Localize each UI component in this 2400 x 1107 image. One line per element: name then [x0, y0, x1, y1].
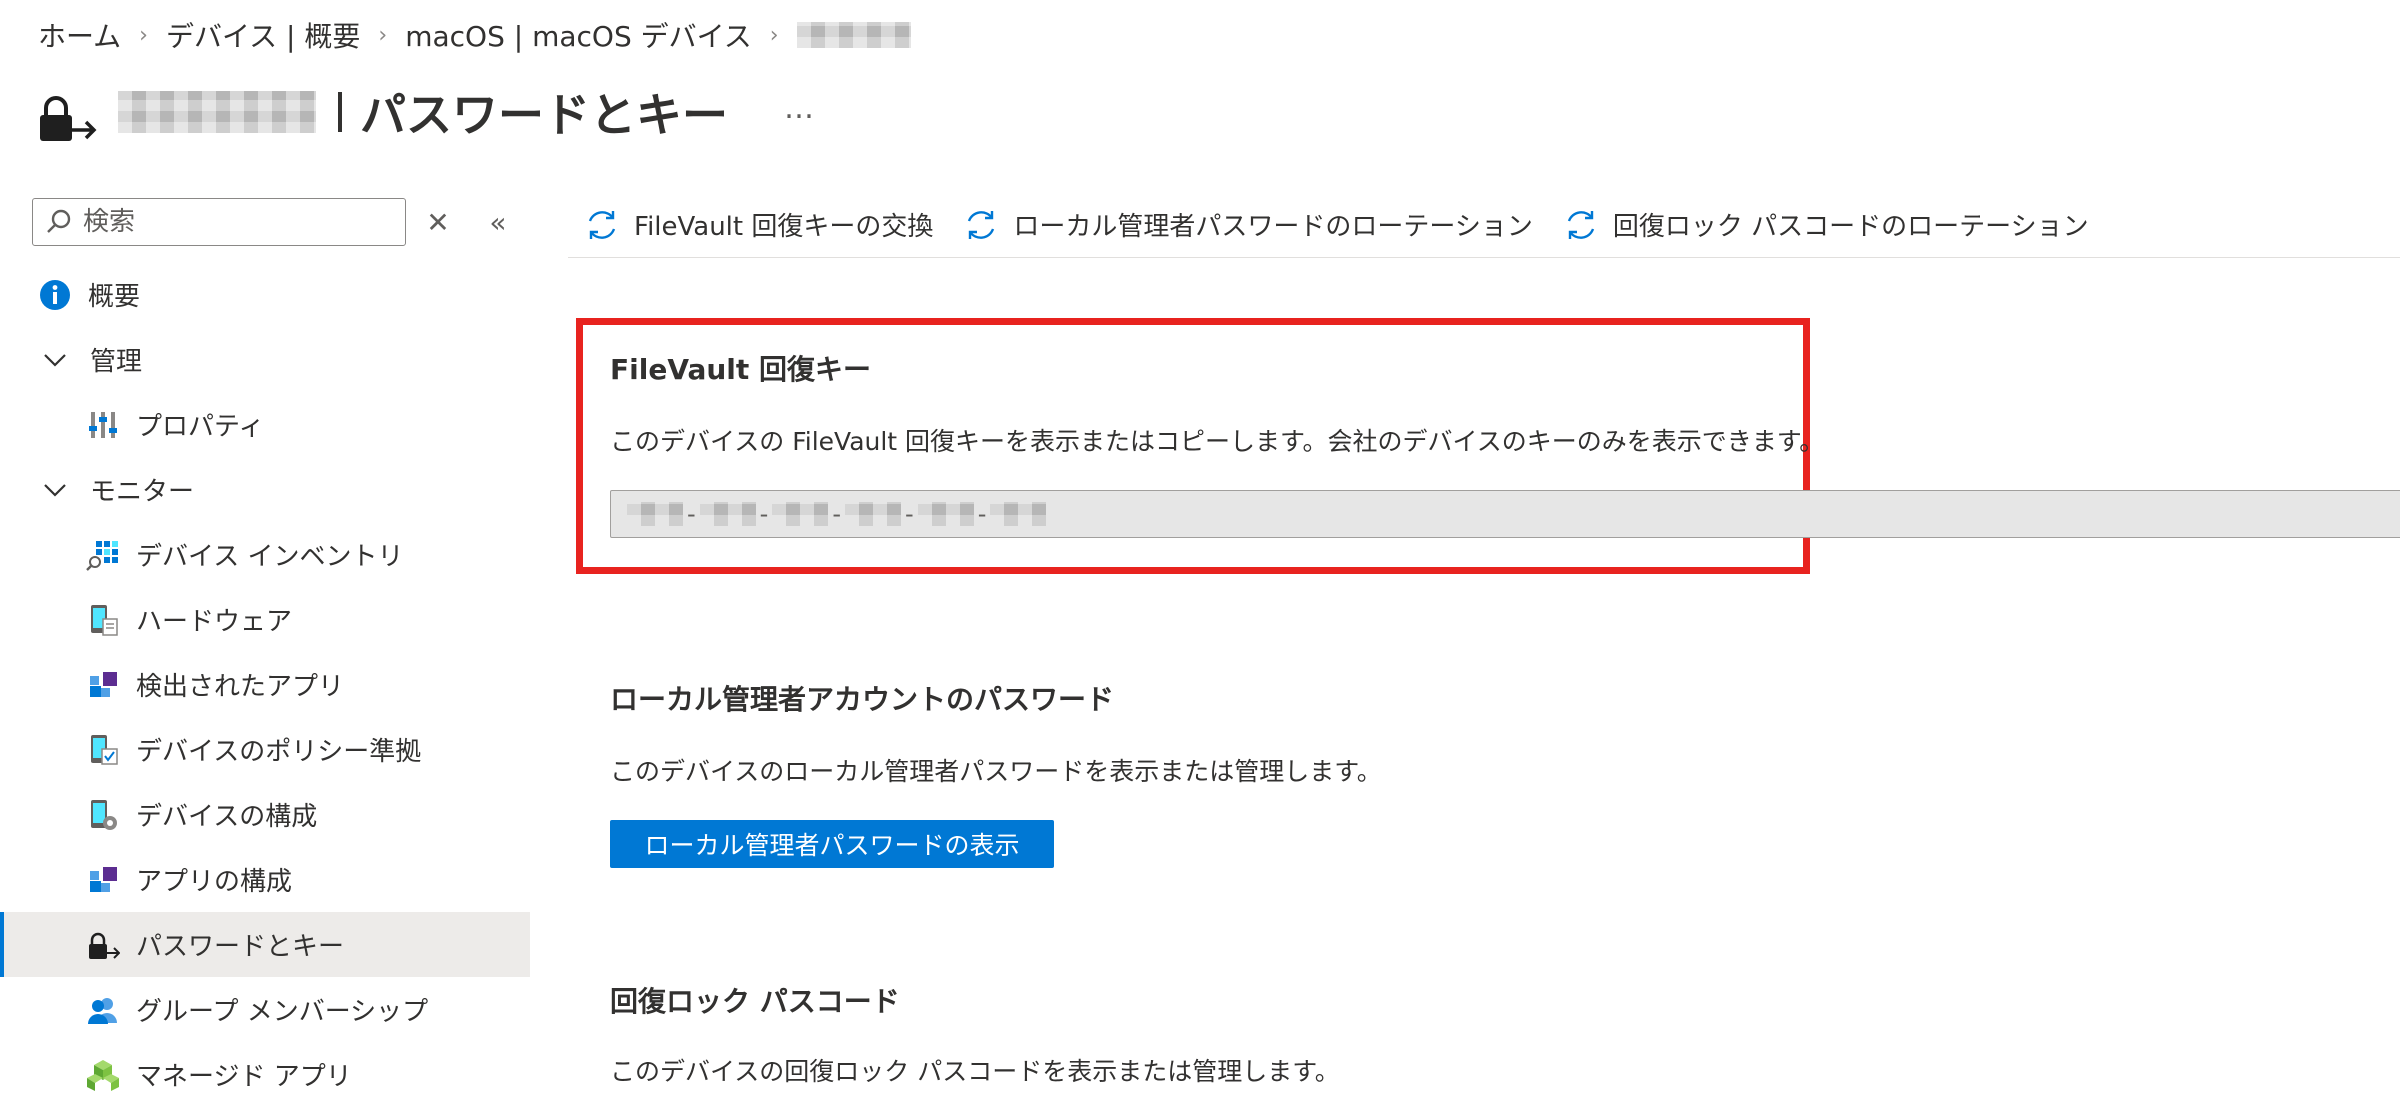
breadcrumb-separator: ›	[139, 22, 148, 48]
sidebar-item-properties[interactable]: プロパティ	[0, 392, 530, 457]
sidebar-item-label: プロパティ	[136, 412, 265, 442]
sidebar-item-managed-apps[interactable]: マネージド アプリ	[0, 1042, 530, 1107]
sidebar-item-group-membership[interactable]: グループ メンバーシップ	[0, 977, 530, 1042]
rotate-recovery-lock-passcode-button[interactable]: 回復ロック パスコードのローテーション	[1563, 206, 2089, 243]
show-local-admin-password-button[interactable]: ローカル管理者パスワードの表示	[610, 820, 1054, 868]
inventory-icon	[86, 538, 120, 572]
breadcrumb-separator: ›	[378, 22, 388, 48]
sidebar-group-label: モニター	[90, 477, 195, 507]
clear-search-button[interactable]: ✕	[418, 202, 458, 242]
hardware-icon	[86, 603, 120, 637]
breadcrumb-devices-overview[interactable]: デバイス | 概要	[166, 15, 360, 55]
page-title: パスワードとキー	[360, 88, 728, 142]
breadcrumb-home[interactable]: ホーム	[38, 15, 121, 55]
sidebar-item-label: 検出されたアプリ	[136, 672, 345, 702]
sidebar-search	[32, 198, 406, 246]
breadcrumb-separator: ›	[769, 22, 779, 48]
lock-arrow-icon	[40, 96, 97, 141]
sidebar-item-passwords-keys[interactable]: パスワードとキー	[0, 912, 530, 977]
refresh-icon	[968, 210, 995, 239]
sidebar-nav: 概要 管理 プロパティ モニター デバイス インベントリ ハードウェア 検出され…	[0, 262, 530, 1107]
sidebar-item-device-compliance[interactable]: デバイスのポリシー準拠	[0, 717, 530, 782]
refresh-icon	[1567, 210, 1594, 239]
sidebar-group-label: 管理	[90, 347, 143, 377]
apps-icon	[86, 668, 120, 702]
sidebar-item-device-configuration[interactable]: デバイスの構成	[0, 782, 530, 847]
rotate-filevault-key-button[interactable]: FileVault 回復キーの交換	[584, 206, 933, 243]
breadcrumb-macos-devices[interactable]: macOS | macOS デバイス	[405, 15, 752, 55]
recovery-lock-description: このデバイスの回復ロック パスコードを表示または管理します。	[610, 1057, 1340, 1086]
toolbar-button-label: FileVault 回復キーの交換	[634, 212, 934, 242]
rotate-local-admin-password-button[interactable]: ローカル管理者パスワードのローテーション	[963, 206, 1533, 243]
breadcrumb-device-redacted[interactable]	[796, 22, 911, 48]
sidebar-item-label: パスワードとキー	[136, 932, 345, 962]
sidebar-item-label: ハードウェア	[136, 607, 293, 637]
key-segment-redacted	[845, 502, 902, 526]
group-icon	[86, 993, 120, 1027]
sidebar-item-app-configuration[interactable]: アプリの構成	[0, 847, 530, 912]
sidebar-item-label: マネージド アプリ	[136, 1062, 352, 1092]
managed-apps-icon	[86, 1058, 120, 1092]
sidebar-group-manage[interactable]: 管理	[0, 327, 530, 392]
title-divider	[338, 92, 342, 132]
properties-icon	[86, 408, 120, 442]
chevron-down-icon	[38, 473, 72, 507]
sidebar-item-label: 概要	[88, 282, 141, 312]
collapse-sidebar-button[interactable]: «	[478, 202, 518, 242]
sidebar-item-label: グループ メンバーシップ	[136, 997, 429, 1027]
recovery-lock-title: 回復ロック パスコード	[610, 985, 900, 1018]
key-segment-redacted	[627, 502, 683, 526]
more-options-button[interactable]: …	[784, 91, 814, 126]
key-segment-redacted	[990, 502, 1047, 526]
key-segment-redacted	[772, 502, 829, 526]
sidebar-item-label: デバイスのポリシー準拠	[136, 737, 422, 767]
app-config-icon	[86, 863, 120, 897]
sidebar-item-device-inventory[interactable]: デバイス インベントリ	[0, 522, 530, 587]
search-icon	[47, 209, 71, 233]
key-segment-redacted	[699, 502, 756, 526]
filevault-title: FileVault 回復キー	[610, 353, 872, 386]
lock-arrow-icon	[86, 928, 120, 962]
sidebar-item-label: デバイス インベントリ	[136, 542, 404, 572]
sidebar-item-overview[interactable]: 概要	[0, 262, 530, 327]
key-segment-redacted	[917, 502, 974, 526]
refresh-icon	[588, 210, 616, 239]
toolbar-button-label: ローカル管理者パスワードのローテーション	[1013, 212, 1533, 242]
sidebar-item-label: アプリの構成	[136, 867, 293, 897]
page-header: パスワードとキー …	[36, 72, 814, 152]
sidebar-item-label: デバイスの構成	[136, 802, 318, 832]
filevault-key-field[interactable]: - - - - -	[610, 490, 2400, 538]
chevron-down-icon	[38, 343, 72, 377]
local-admin-title: ローカル管理者アカウントのパスワード	[610, 683, 1115, 716]
sidebar-group-monitor[interactable]: モニター	[0, 457, 530, 522]
device-name-redacted	[118, 91, 316, 133]
compliance-icon	[86, 733, 120, 767]
device-config-icon	[86, 798, 120, 832]
info-icon	[38, 278, 72, 312]
toolbar-button-label: 回復ロック パスコードのローテーション	[1612, 212, 2089, 242]
filevault-description: このデバイスの FileVault 回復キーを表示またはコピーします。会社のデバ…	[610, 427, 1825, 456]
local-admin-description: このデバイスのローカル管理者パスワードを表示または管理します。	[610, 757, 1382, 786]
search-input[interactable]	[83, 207, 393, 237]
sidebar-item-discovered-apps[interactable]: 検出されたアプリ	[0, 652, 530, 717]
sidebar-item-hardware[interactable]: ハードウェア	[0, 587, 530, 652]
breadcrumb: ホーム › デバイス | 概要 › macOS | macOS デバイス ›	[38, 14, 911, 56]
command-bar: FileVault 回復キーの交換 ローカル管理者パスワードのローテーション 回…	[568, 192, 2400, 258]
